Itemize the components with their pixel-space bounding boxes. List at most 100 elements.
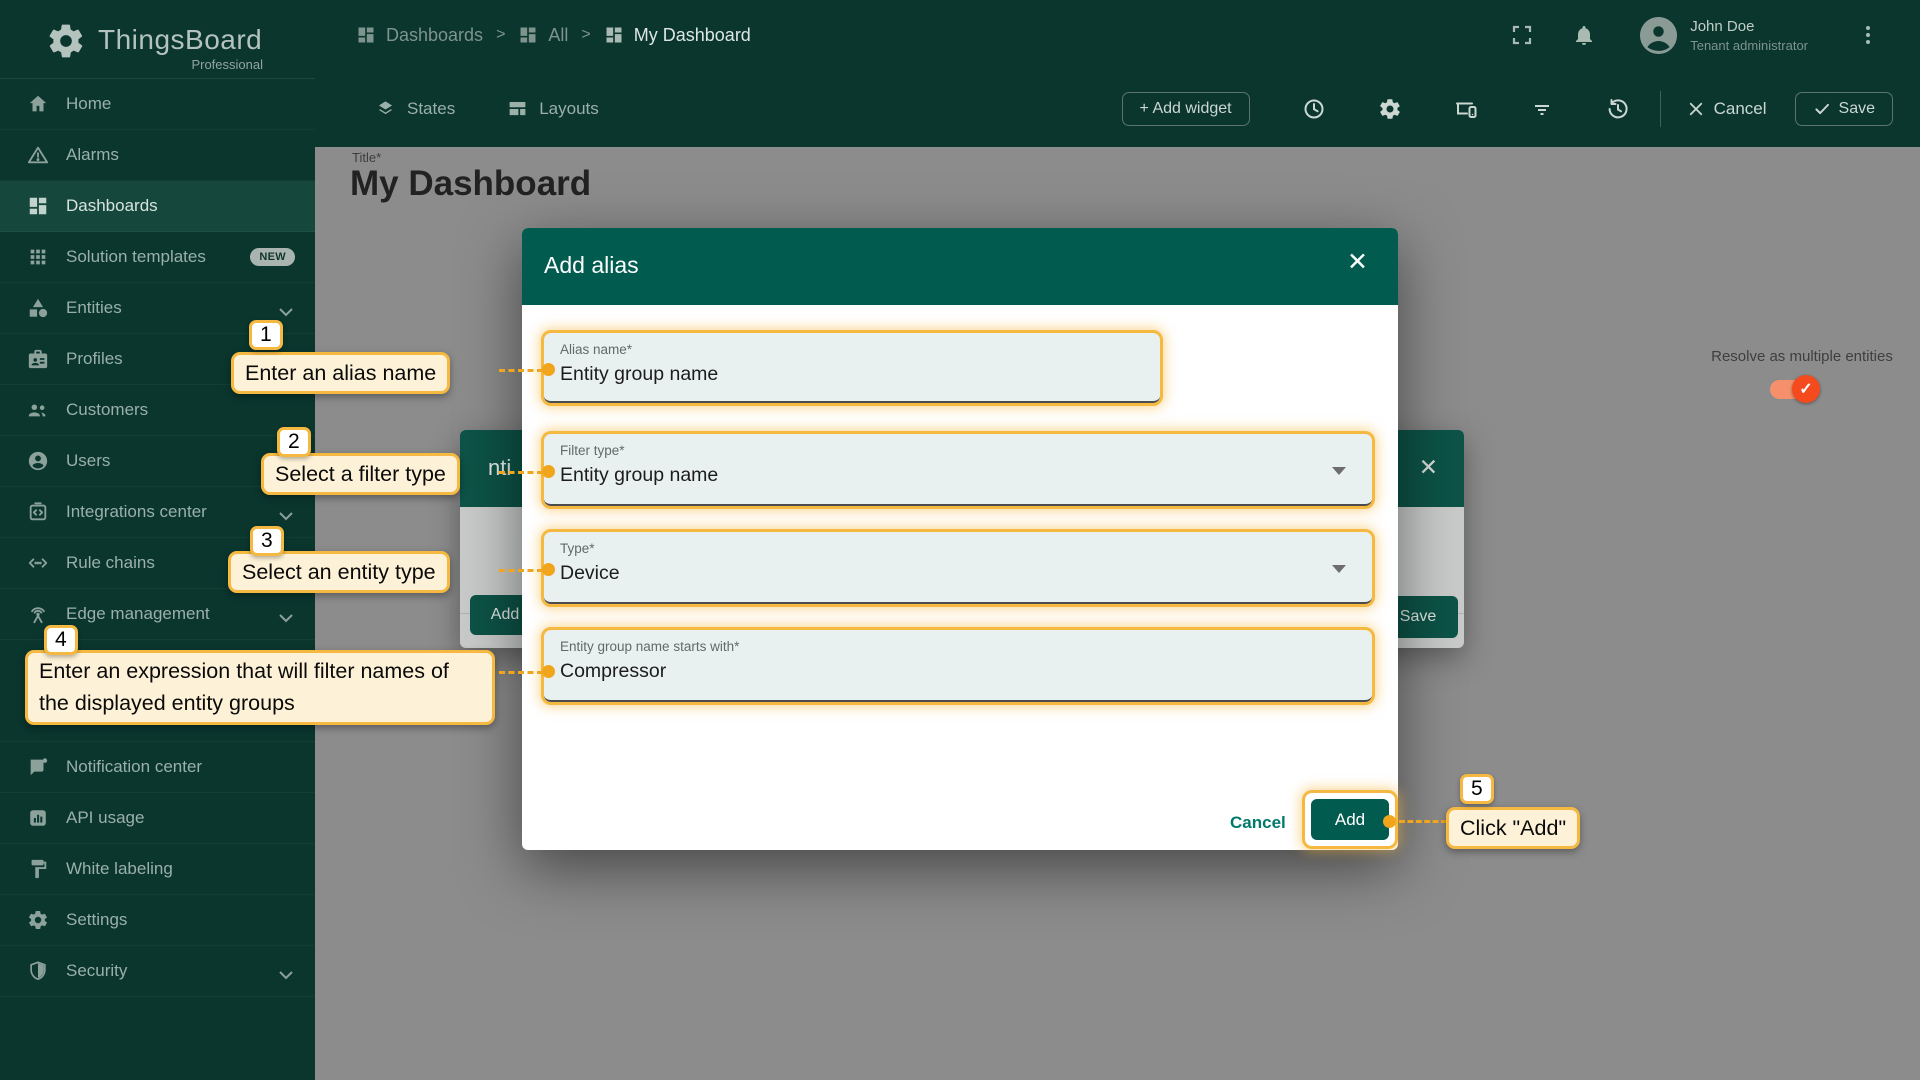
callout-2-connector bbox=[499, 471, 543, 474]
dashboards-icon bbox=[356, 25, 376, 45]
callout-5-number: 5 bbox=[1460, 774, 1494, 804]
callout-3-number: 3 bbox=[250, 526, 284, 556]
breadcrumb-separator: > bbox=[496, 26, 505, 44]
dropdown-arrow-icon bbox=[1332, 467, 1346, 475]
modal-cancel-button[interactable]: Cancel bbox=[1230, 813, 1286, 833]
sidebar-item-home[interactable]: Home bbox=[0, 79, 315, 130]
sidebar-item-security[interactable]: Security bbox=[0, 946, 315, 997]
breadcrumb-all[interactable]: All bbox=[518, 25, 568, 46]
save-dashboard-button[interactable]: Save bbox=[1795, 92, 1893, 126]
shield-icon bbox=[27, 960, 49, 982]
device-layouts-icon[interactable] bbox=[1454, 97, 1478, 121]
callout-3-connector bbox=[499, 569, 543, 572]
fullscreen-icon[interactable] bbox=[1510, 23, 1534, 47]
chevron-down-icon bbox=[279, 304, 293, 313]
chevron-down-icon bbox=[279, 508, 293, 517]
callout-2-text: Select a filter type bbox=[261, 453, 460, 495]
time-window-clock-icon[interactable] bbox=[1302, 97, 1326, 121]
callout-2-dot bbox=[542, 465, 555, 478]
user-info[interactable]: John Doe Tenant administrator bbox=[1690, 18, 1808, 53]
paint-roller-icon bbox=[27, 858, 49, 880]
dashboards-icon bbox=[518, 25, 538, 45]
callout-4-text: Enter an expression that will filter nam… bbox=[25, 650, 495, 725]
thingsboard-logo-icon bbox=[46, 21, 86, 61]
group-name-starts-with-field[interactable]: Entity group name starts with* Compresso… bbox=[541, 627, 1375, 705]
people-icon bbox=[27, 399, 49, 421]
home-icon bbox=[27, 93, 49, 115]
entity-type-select[interactable]: Type* Device bbox=[541, 529, 1375, 607]
callout-1-connector bbox=[499, 369, 543, 372]
more-vert-icon[interactable] bbox=[1856, 23, 1880, 47]
callout-5-connector bbox=[1399, 820, 1447, 823]
breadcrumb-separator: > bbox=[581, 26, 590, 44]
modal-title: Add alias bbox=[544, 252, 639, 279]
sidebar-item-alarms[interactable]: Alarms bbox=[0, 130, 315, 181]
sidebar-item-settings[interactable]: Settings bbox=[0, 895, 315, 946]
version-history-icon[interactable] bbox=[1606, 97, 1630, 121]
callout-3-text: Select an entity type bbox=[228, 551, 450, 593]
logo-title: ThingsBoard bbox=[98, 24, 262, 56]
logo-subtitle: Professional bbox=[0, 57, 263, 72]
chevron-down-icon bbox=[279, 610, 293, 619]
bar-chart-box-icon bbox=[27, 807, 49, 829]
layout-grid-icon bbox=[507, 98, 528, 119]
modal-header: Add alias ✕ bbox=[522, 228, 1398, 305]
callout-3-dot bbox=[542, 563, 555, 576]
states-button[interactable]: States bbox=[375, 98, 455, 119]
logo[interactable]: ThingsBoard Professional bbox=[0, 0, 315, 79]
filter-icon[interactable] bbox=[1530, 97, 1554, 121]
avatar[interactable] bbox=[1640, 17, 1677, 54]
dashboard-title-input[interactable]: My Dashboard bbox=[350, 164, 591, 204]
layers-icon bbox=[375, 98, 396, 119]
sidebar-item-api-usage[interactable]: API usage bbox=[0, 793, 315, 844]
filter-type-select[interactable]: Filter type* Entity group name bbox=[541, 431, 1375, 509]
user-name: John Doe bbox=[1690, 18, 1808, 35]
category-shapes-icon bbox=[27, 297, 49, 319]
close-icon[interactable]: ✕ bbox=[1347, 250, 1368, 275]
callout-4-connector bbox=[499, 671, 543, 674]
callout-5-text: Click "Add" bbox=[1446, 807, 1580, 849]
breadcrumb-my-dashboard: My Dashboard bbox=[604, 25, 751, 46]
dashboard-settings-gear-icon[interactable] bbox=[1378, 97, 1402, 121]
sidebar-item-dashboards[interactable]: Dashboards bbox=[0, 181, 315, 232]
alias-name-field[interactable]: Alias name* Entity group name bbox=[541, 330, 1163, 406]
add-widget-button[interactable]: + Add widget bbox=[1122, 92, 1250, 126]
chevron-down-icon bbox=[279, 967, 293, 976]
badge-id-icon bbox=[27, 348, 49, 370]
cancel-edit-button[interactable]: Cancel bbox=[1687, 99, 1767, 119]
sidebar-item-solution-templates[interactable]: Solution templates NEW bbox=[0, 232, 315, 283]
header-actions: John Doe Tenant administrator bbox=[1510, 0, 1880, 70]
notifications-bell-icon[interactable] bbox=[1572, 23, 1596, 47]
integration-box-icon bbox=[27, 501, 49, 523]
sidebar-item-notification-center[interactable]: Notification center bbox=[0, 742, 315, 793]
add-alias-dialog: Add alias ✕ Alias name* Entity group nam… bbox=[522, 228, 1398, 850]
sidebar-item-white-labeling[interactable]: White labeling bbox=[0, 844, 315, 895]
close-icon bbox=[1687, 100, 1705, 118]
callout-5-dot bbox=[1383, 815, 1396, 828]
apps-grid-icon bbox=[27, 246, 49, 268]
page: ThingsBoard Professional Home Alarms Das… bbox=[0, 0, 1920, 1080]
user-role: Tenant administrator bbox=[1690, 38, 1808, 53]
new-badge: NEW bbox=[250, 248, 295, 266]
toolbar-divider bbox=[1660, 91, 1661, 127]
settings-ethernet-icon bbox=[27, 552, 49, 574]
callout-2-number: 2 bbox=[277, 427, 311, 457]
resolve-multiple-toggle[interactable]: ✓ bbox=[1770, 380, 1815, 399]
dropdown-arrow-icon bbox=[1332, 565, 1346, 573]
callout-4-dot bbox=[542, 665, 555, 678]
dashboards-icon bbox=[604, 25, 624, 45]
modal-add-button[interactable]: Add bbox=[1311, 799, 1389, 840]
warning-icon bbox=[27, 144, 49, 166]
top-header-bar: Dashboards > All > My Dashboard John Doe… bbox=[315, 0, 1920, 70]
breadcrumb-dashboards[interactable]: Dashboards bbox=[356, 25, 483, 46]
callout-1-dot bbox=[542, 363, 555, 376]
dashboard-toolbar: States Layouts + Add widget Cancel bbox=[315, 70, 1920, 147]
background-dialog-title-fragment: nti bbox=[488, 455, 511, 481]
chat-notification-icon bbox=[27, 756, 49, 778]
user-circle-icon bbox=[27, 450, 49, 472]
callout-1-number: 1 bbox=[249, 320, 283, 350]
resolve-multiple-label: Resolve as multiple entities bbox=[1697, 348, 1907, 365]
dashboard-title-label: Title* bbox=[352, 150, 381, 165]
callout-1-text: Enter an alias name bbox=[231, 352, 450, 394]
layouts-button[interactable]: Layouts bbox=[507, 98, 599, 119]
